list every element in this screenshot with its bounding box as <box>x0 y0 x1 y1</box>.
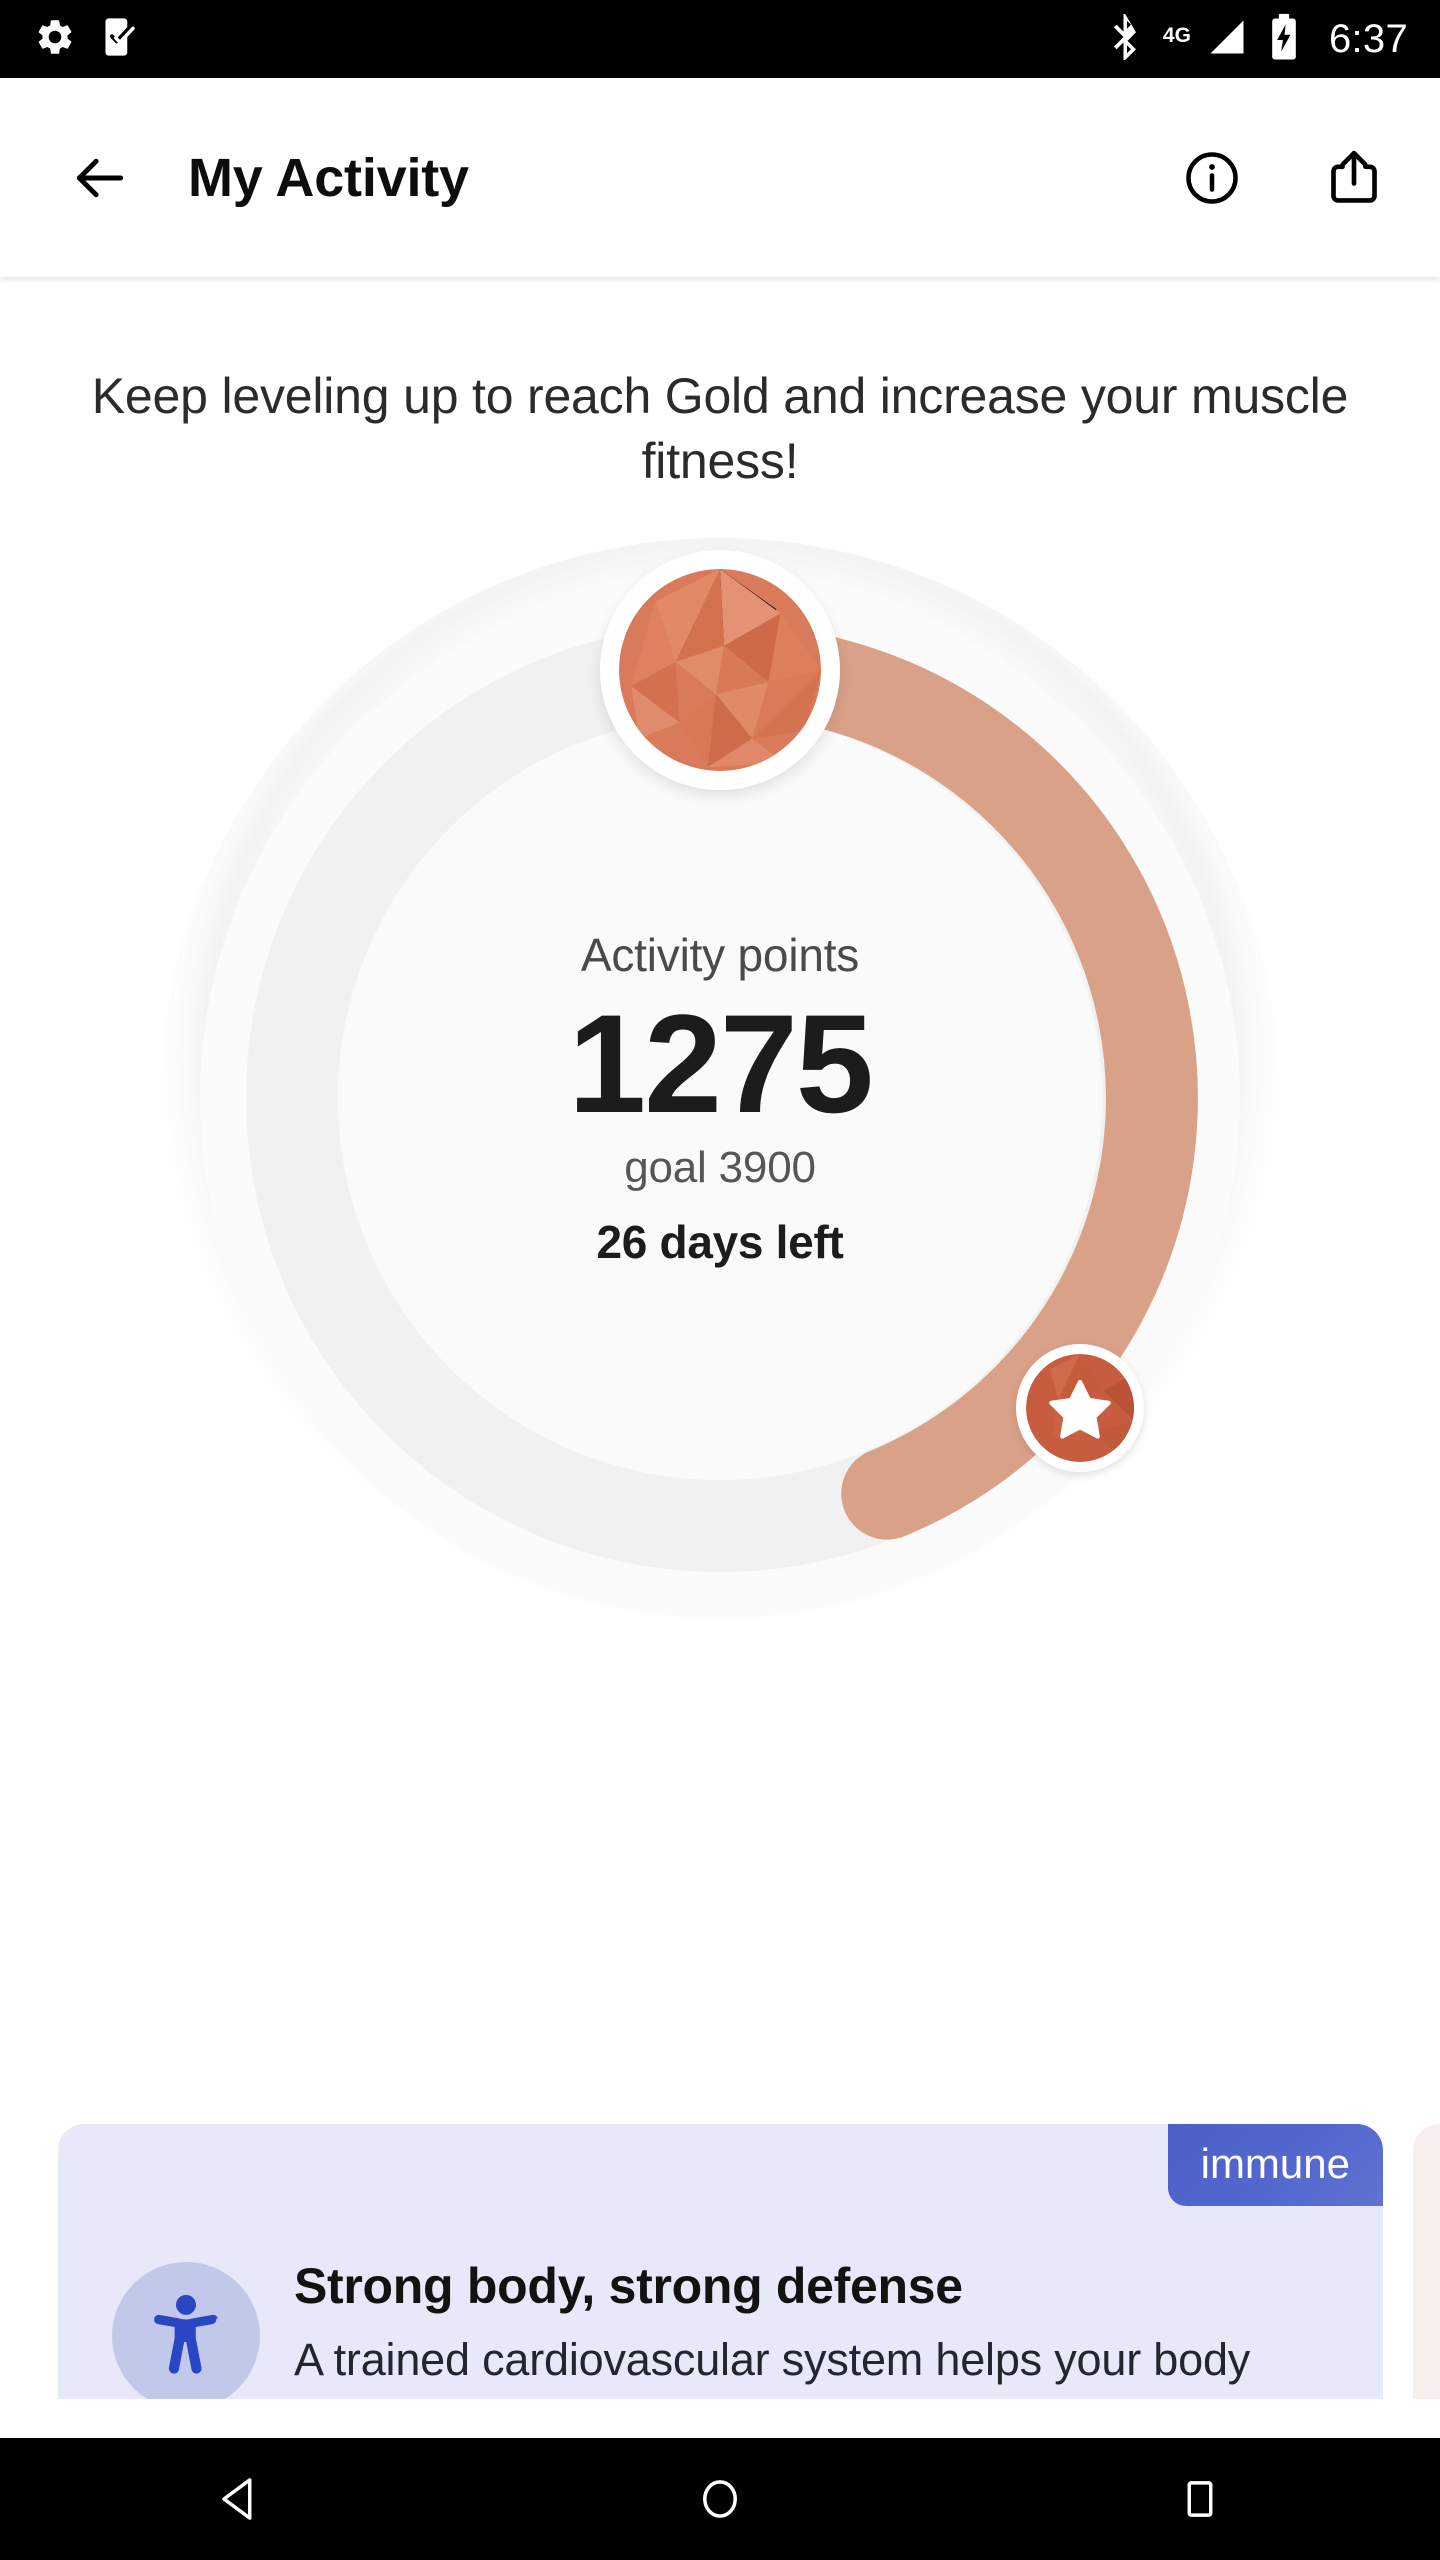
bluetooth-icon <box>1109 13 1143 65</box>
android-nav-bar <box>0 2438 1440 2560</box>
back-button[interactable] <box>54 132 146 224</box>
nav-recents-square-icon <box>1187 2481 1213 2517</box>
phone-check-icon <box>100 16 140 63</box>
headline-text: Keep leveling up to reach Gold and incre… <box>91 368 1349 489</box>
bronze-gem-icon <box>619 569 821 771</box>
milestone-star-badge[interactable] <box>1016 1344 1144 1472</box>
tip-card-next-peek[interactable] <box>1413 2124 1440 2399</box>
accessibility-icon <box>112 2262 260 2399</box>
app-bar-actions <box>1172 138 1394 218</box>
app-screen: 4G 6:37 My Activity Keep leveling up to … <box>0 0 1440 2560</box>
status-bar-left-icons <box>34 16 140 63</box>
gem-facets <box>619 569 821 771</box>
tip-card-immune[interactable]: immune Strong body, strong defense A tra… <box>58 2124 1383 2399</box>
nav-back-triangle-icon <box>222 2478 252 2520</box>
status-bar: 4G 6:37 <box>0 0 1440 78</box>
battery-charging-icon <box>1269 13 1299 66</box>
signal-bars-icon <box>1205 15 1249 64</box>
network-type-label: 4G <box>1162 23 1191 47</box>
status-bar-right-icons: 4G 6:37 <box>1109 13 1408 66</box>
star-icon <box>1026 1354 1134 1462</box>
tip-card-description: A trained cardiovascular system helps yo… <box>294 2333 1251 2400</box>
settings-gear-icon <box>34 16 76 63</box>
status-bar-clock: 6:37 <box>1328 17 1408 61</box>
tip-cards-carousel[interactable]: immune Strong body, strong defense A tra… <box>0 2124 1440 2399</box>
nav-recents-button[interactable] <box>960 2438 1440 2560</box>
arrow-left-icon <box>76 158 124 197</box>
star-glyph <box>1026 1354 1134 1462</box>
tip-card-text: Strong body, strong defense A trained ca… <box>294 2252 1304 2399</box>
info-button[interactable] <box>1172 138 1252 218</box>
page-title: My Activity <box>188 147 469 208</box>
nav-home-circle-icon <box>703 2480 737 2518</box>
share-upload-icon <box>1331 150 1377 203</box>
tip-card-title: Strong body, strong defense <box>294 2258 963 2314</box>
level-gem-badge[interactable] <box>600 550 840 790</box>
tip-card-body: Strong body, strong defense A trained ca… <box>112 2252 1339 2399</box>
nav-back-button[interactable] <box>0 2438 480 2560</box>
app-bar: My Activity <box>0 78 1440 278</box>
activity-progress-ring[interactable]: Activity points 1275 goal 3900 26 days l… <box>140 518 1300 1678</box>
nav-home-button[interactable] <box>480 2438 960 2560</box>
tip-card-badge[interactable]: immune <box>1167 2124 1383 2206</box>
accessibility-glyph <box>154 2294 218 2374</box>
share-button[interactable] <box>1314 138 1394 218</box>
info-circle-icon <box>1186 151 1238 204</box>
main-content: Keep leveling up to reach Gold and incre… <box>0 279 1440 2399</box>
